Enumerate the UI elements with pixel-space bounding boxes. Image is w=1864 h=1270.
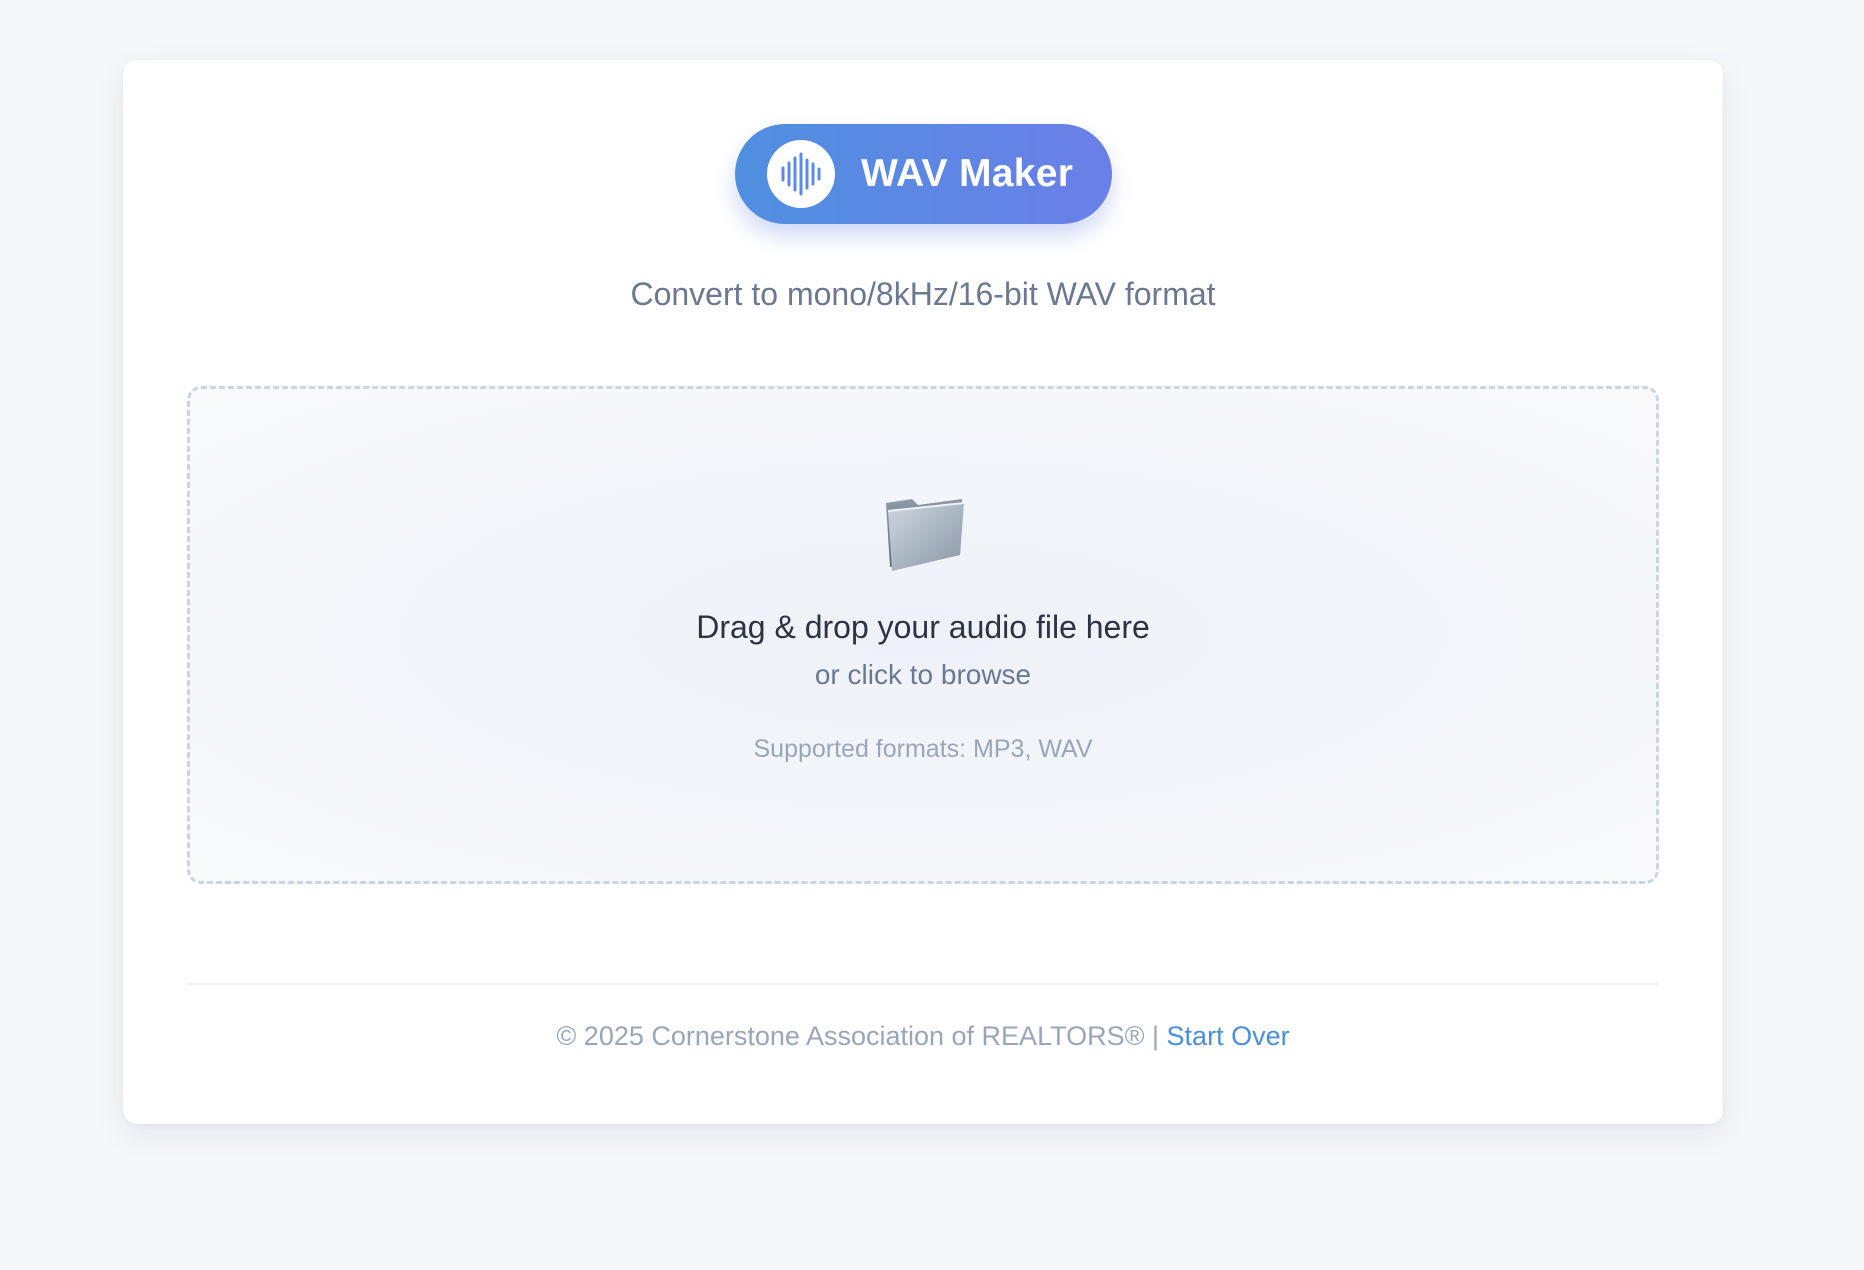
folder-icon [886,499,965,571]
footer-copyright: © 2025 Cornerstone Association of REALTO… [556,1021,1145,1051]
start-over-link[interactable]: Start Over [1167,1021,1290,1051]
footer: © 2025 Cornerstone Association of REALTO… [123,1018,1723,1054]
footer-separator: | [1152,1021,1160,1051]
supported-formats: Supported formats: MP3, WAV [753,735,1093,763]
dropzone-browse-hint: or click to browse [814,659,1032,690]
file-dropzone[interactable]: Drag & drop your audio file here or clic… [187,386,1659,884]
app-title: WAV Maker [861,152,1074,195]
app-logo[interactable]: WAV Maker [735,124,1112,224]
main-card: WAV Maker Convert to mono/8kHz/16-bit WA… [123,60,1723,1124]
app-subtitle: Convert to mono/8kHz/16-bit WAV format [630,276,1216,312]
dropzone-title: Drag & drop your audio file here [696,609,1150,645]
waveform-icon [767,140,835,208]
footer-divider [187,983,1659,985]
